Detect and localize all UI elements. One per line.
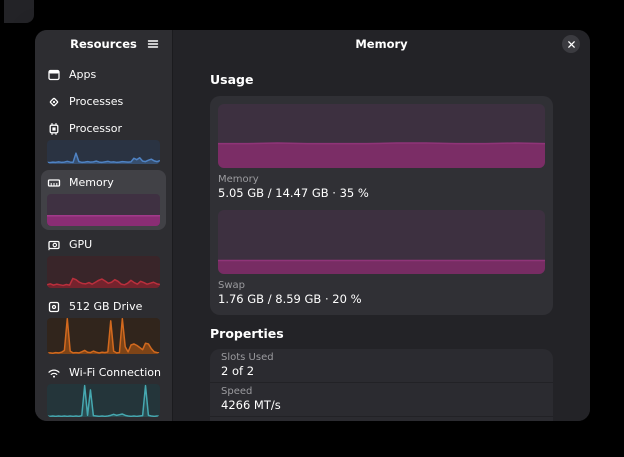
memory-usage-graph bbox=[218, 104, 545, 168]
memory-usage-value: 5.05 GB / 14.47 GB · 35 % bbox=[218, 186, 545, 201]
usage-heading: Usage bbox=[210, 72, 553, 87]
sidebar-item-label: Processor bbox=[69, 122, 122, 135]
sidebar-item-memory[interactable]: Memory bbox=[41, 170, 166, 230]
property-value: 2 of 2 bbox=[221, 364, 542, 378]
close-button[interactable] bbox=[562, 35, 580, 53]
close-icon bbox=[567, 40, 576, 49]
swap-usage-graph bbox=[218, 210, 545, 274]
sidebar-item-processor[interactable]: Processor bbox=[41, 116, 166, 168]
main-menu-button[interactable] bbox=[144, 35, 162, 53]
property-row-form-factor: Form Factor Row Of Chips bbox=[210, 416, 553, 421]
swap-usage-value: 1.76 GB / 8.59 GB · 20 % bbox=[218, 292, 545, 307]
sidebar-item-label: Apps bbox=[69, 68, 96, 81]
property-label: Speed bbox=[221, 386, 542, 398]
memory-usage-label: Memory bbox=[218, 174, 545, 186]
sidebar-item-label: Wi-Fi Connection bbox=[69, 366, 161, 379]
page-title: Memory bbox=[355, 37, 407, 51]
sidebar-item-wifi[interactable]: Wi-Fi Connection bbox=[41, 360, 166, 421]
main-panel: Memory Usage Memory 5.05 GB / 14.47 GB ·… bbox=[173, 30, 590, 421]
sidebar-list: Apps Processes bbox=[35, 58, 172, 421]
sidebar-item-drive[interactable]: 512 GB Drive bbox=[41, 294, 166, 358]
wifi-sparkline bbox=[47, 384, 160, 417]
sidebar-item-label: 512 GB Drive bbox=[69, 300, 142, 313]
sidebar-header: Resources bbox=[35, 30, 172, 58]
drive-icon bbox=[47, 300, 61, 314]
gpu-sparkline bbox=[47, 256, 160, 288]
gpu-icon bbox=[47, 238, 61, 252]
background-window-fragment bbox=[4, 0, 34, 23]
properties-card: Slots Used 2 of 2 Speed 4266 MT/s Form F… bbox=[210, 349, 553, 421]
property-label: Form Factor bbox=[221, 420, 542, 421]
memory-icon bbox=[47, 176, 61, 190]
sidebar-item-processes[interactable]: Processes bbox=[41, 89, 166, 114]
swap-usage-label: Swap bbox=[218, 280, 545, 292]
sidebar-item-apps[interactable]: Apps bbox=[41, 62, 166, 87]
drive-sparkline bbox=[47, 318, 160, 354]
usage-card: Memory 5.05 GB / 14.47 GB · 35 % Swap 1.… bbox=[210, 96, 553, 315]
resources-window: Resources Apps bbox=[35, 30, 590, 421]
memory-usage-row: Memory 5.05 GB / 14.47 GB · 35 % bbox=[218, 104, 545, 201]
processes-icon bbox=[47, 95, 61, 109]
processor-sparkline bbox=[47, 140, 160, 164]
sidebar: Resources Apps bbox=[35, 30, 173, 421]
sidebar-title: Resources bbox=[70, 37, 137, 51]
property-row-slots-used: Slots Used 2 of 2 bbox=[210, 349, 553, 382]
property-label: Slots Used bbox=[221, 352, 542, 364]
property-value: 4266 MT/s bbox=[221, 398, 542, 412]
processor-icon bbox=[47, 122, 61, 136]
properties-heading: Properties bbox=[210, 326, 553, 341]
apps-icon bbox=[47, 68, 61, 82]
swap-usage-row: Swap 1.76 GB / 8.59 GB · 20 % bbox=[218, 210, 545, 307]
sidebar-item-label: GPU bbox=[69, 238, 92, 251]
main-content[interactable]: Usage Memory 5.05 GB / 14.47 GB · 35 % S… bbox=[173, 58, 590, 421]
sidebar-item-label: Memory bbox=[69, 176, 114, 189]
hamburger-menu-icon bbox=[146, 37, 160, 51]
property-row-speed: Speed 4266 MT/s bbox=[210, 382, 553, 416]
sidebar-item-label: Processes bbox=[69, 95, 123, 108]
main-header: Memory bbox=[173, 30, 590, 58]
memory-sparkline bbox=[47, 194, 160, 226]
sidebar-item-gpu[interactable]: GPU bbox=[41, 232, 166, 292]
wifi-icon bbox=[47, 366, 61, 380]
